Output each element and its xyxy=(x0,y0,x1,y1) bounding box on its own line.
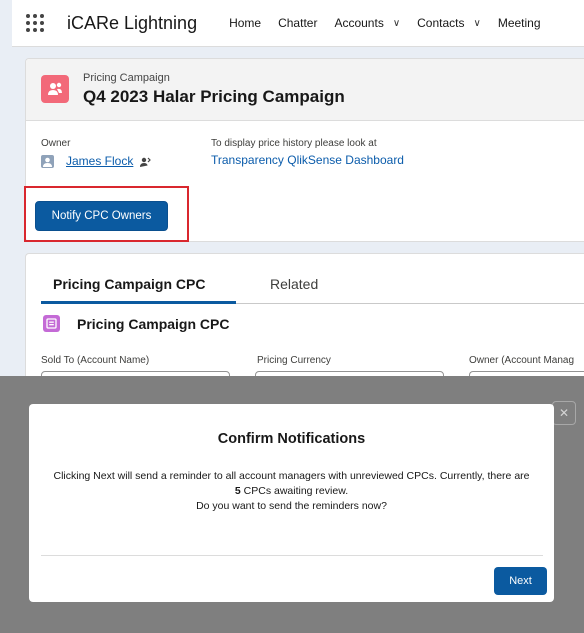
pricing-campaign-object-icon xyxy=(41,75,69,103)
owner-avatar xyxy=(41,154,54,168)
nav-item-chatter[interactable]: Chatter xyxy=(278,16,317,30)
change-owner-icon[interactable] xyxy=(139,155,152,167)
tab-related[interactable]: Related xyxy=(270,276,318,292)
record-object-type: Pricing Campaign xyxy=(83,72,170,84)
next-button[interactable]: Next xyxy=(494,567,547,595)
nav-item-accounts[interactable]: Accounts ∨ xyxy=(334,16,400,30)
qliksense-dashboard-link[interactable]: Transparency QlikSense Dashboard xyxy=(211,153,404,167)
chevron-down-icon[interactable]: ∨ xyxy=(393,18,400,29)
nav-item-label: Contacts xyxy=(417,16,465,30)
modal-footer-divider xyxy=(41,555,543,556)
chevron-down-icon[interactable]: ∨ xyxy=(474,18,481,29)
related-list-card: Pricing Campaign CPC Related Pricing Cam… xyxy=(25,253,584,397)
owner-label: Owner xyxy=(41,138,71,149)
cpc-list-icon xyxy=(43,315,60,332)
app-name: iCARe Lightning xyxy=(67,12,198,33)
owner-name-link[interactable]: James Flock xyxy=(66,154,133,168)
filter-label-pricing-currency: Pricing Currency xyxy=(257,355,331,366)
nav-item-label: Accounts xyxy=(334,16,384,30)
owner-field: James Flock xyxy=(41,154,152,168)
notify-cpc-owners-button[interactable]: Notify CPC Owners xyxy=(35,201,168,231)
filter-label-owner: Owner (Account Manag xyxy=(469,355,575,366)
tab-bar: Pricing Campaign CPC Related xyxy=(41,274,584,304)
modal-body-text-end: CPCs awaiting review. xyxy=(240,485,349,497)
modal-title: Confirm Notifications xyxy=(217,431,366,447)
filter-label-sold-to: Sold To (Account Name) xyxy=(41,355,150,366)
nav-item-label: Meeting xyxy=(497,16,541,30)
tab-pricing-campaign-cpc[interactable]: Pricing Campaign CPC xyxy=(53,276,205,292)
nav-item-contacts[interactable]: Contacts ∨ xyxy=(417,16,481,30)
confirm-notifications-modal: Confirm Notifications Clicking Next will… xyxy=(29,404,554,602)
nav-item-label: Home xyxy=(229,16,262,30)
price-history-label: To display price history please look at xyxy=(211,138,377,149)
nav-item-meeting[interactable]: Meeting xyxy=(498,16,541,30)
record-title: Q4 2023 Halar Pricing Campaign xyxy=(83,87,345,106)
global-nav-bar: iCARe Lightning Home Chatter Accounts ∨ C… xyxy=(12,0,584,47)
nav-item-label: Chatter xyxy=(278,16,318,30)
close-icon[interactable]: ✕ xyxy=(552,401,576,425)
modal-body: Clicking Next will send a reminder to al… xyxy=(51,469,532,514)
active-tab-indicator xyxy=(41,301,236,304)
app-launcher-icon[interactable] xyxy=(26,12,48,34)
related-list-title: Pricing Campaign CPC xyxy=(77,316,230,332)
modal-body-text: Clicking Next will send a reminder to al… xyxy=(53,470,530,482)
nav-item-home[interactable]: Home xyxy=(229,16,261,30)
modal-question: Do you want to send the reminders now? xyxy=(196,500,387,512)
